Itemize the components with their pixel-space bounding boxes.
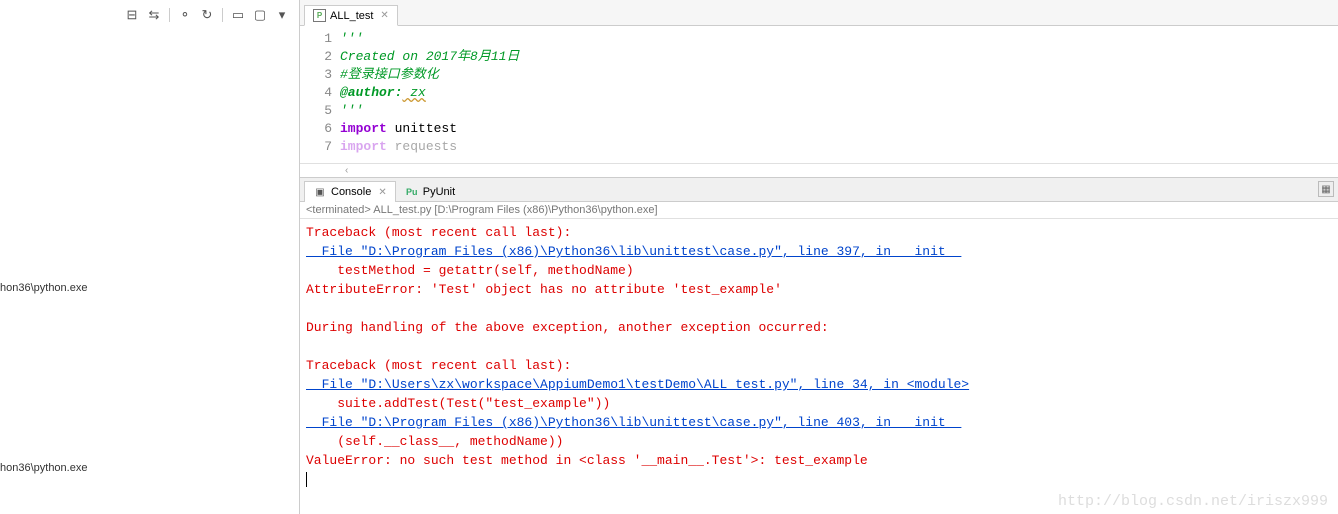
traceback-code: (self.__class__, methodName)) <box>306 434 563 449</box>
console-tab-bar: ▣ Console ✕ Pu PyUnit ▦ <box>300 178 1338 202</box>
view-menu-icon[interactable]: ▾ <box>273 6 291 24</box>
code-comment: #登录接口参数化 <box>340 67 439 82</box>
editor-tab-all-test[interactable]: P ALL_test ✕ <box>304 5 398 26</box>
cursor <box>306 472 307 487</box>
line-number: 5 <box>300 102 332 120</box>
link-editor-icon[interactable]: ⇆ <box>145 6 163 24</box>
editor-tab-bar: P ALL_test ✕ <box>300 0 1338 26</box>
tree-item[interactable]: hon36\python.exe <box>0 280 87 296</box>
traceback-error: AttributeError: 'Test' object has no att… <box>306 282 782 297</box>
line-number: 7 <box>300 138 332 156</box>
separator <box>222 8 223 22</box>
traceback-code: suite.addTest(Test("test_example")) <box>306 396 610 411</box>
traceback-line: During handling of the above exception, … <box>306 320 829 335</box>
pyunit-icon: Pu <box>405 185 419 199</box>
editor-area: P ALL_test ✕ 1 2 3 4 5 6 7 ''' Created o… <box>300 0 1338 178</box>
project-explorer-pane: ⊟ ⇆ ⚬ ↻ ▭ ▢ ▾ hon36\python.exe hon36\pyt… <box>0 0 300 514</box>
traceback-code: testMethod = getattr(self, methodName) <box>306 263 634 278</box>
code-string: ''' <box>340 31 363 46</box>
explorer-toolbar: ⊟ ⇆ ⚬ ↻ ▭ ▢ ▾ <box>123 6 291 24</box>
tab-console[interactable]: ▣ Console ✕ <box>304 181 396 202</box>
tab-pyunit[interactable]: Pu PyUnit <box>396 181 464 202</box>
tab-label: PyUnit <box>423 186 455 198</box>
close-icon[interactable]: ✕ <box>380 10 388 21</box>
code-author: zx <box>402 85 425 100</box>
console-output[interactable]: Traceback (most recent call last): File … <box>300 219 1338 514</box>
traceback-error: ValueError: no such test method in <clas… <box>306 453 868 468</box>
console-icon: ▣ <box>313 185 327 199</box>
traceback-file-link[interactable]: File "D:\Program Files (x86)\Python36\li… <box>306 244 961 259</box>
console-process-header: <terminated> ALL_test.py [D:\Program Fil… <box>300 202 1338 219</box>
sync-icon[interactable]: ↻ <box>198 6 216 24</box>
editor-scroll-bar[interactable]: ‹ <box>300 163 1338 177</box>
close-icon[interactable]: ✕ <box>378 187 386 198</box>
code-module: requests <box>387 139 457 154</box>
line-number: 3 <box>300 66 332 84</box>
tree-item[interactable]: hon36\python.exe <box>0 460 87 476</box>
code-doctag: @author: <box>340 85 402 100</box>
python-file-icon: P <box>313 9 326 22</box>
traceback-line: Traceback (most recent call last): <box>306 225 571 240</box>
right-pane: P ALL_test ✕ 1 2 3 4 5 6 7 ''' Created o… <box>300 0 1338 514</box>
console-toolbar-icon[interactable]: ▦ <box>1318 181 1334 197</box>
tree-item-python-exe[interactable]: hon36\python.exe <box>0 460 87 476</box>
traceback-line: Traceback (most recent call last): <box>306 358 571 373</box>
line-number: 1 <box>300 30 332 48</box>
console-area: ▣ Console ✕ Pu PyUnit ▦ <terminated> ALL… <box>300 178 1338 514</box>
code-module: unittest <box>387 121 457 136</box>
code-keyword: import <box>340 139 387 154</box>
tab-label: Console <box>331 186 371 198</box>
line-number: 4 <box>300 84 332 102</box>
code-string: ''' <box>340 103 363 118</box>
focus-task-icon[interactable]: ⚬ <box>176 6 194 24</box>
code-keyword: import <box>340 121 387 136</box>
tab-label: ALL_test <box>330 10 373 22</box>
code-editor[interactable]: 1 2 3 4 5 6 7 ''' Created on 2017年8月11日 … <box>300 26 1338 163</box>
traceback-file-link[interactable]: File "D:\Users\zx\workspace\AppiumDemo1\… <box>306 377 969 392</box>
collapse-all-icon[interactable]: ⊟ <box>123 6 141 24</box>
code-lines[interactable]: ''' Created on 2017年8月11日 #登录接口参数化 @auth… <box>340 30 1338 163</box>
code-string: Created on 2017年8月11日 <box>340 49 519 64</box>
maximize-icon[interactable]: ▢ <box>251 6 269 24</box>
minimize-icon[interactable]: ▭ <box>229 6 247 24</box>
traceback-file-link[interactable]: File "D:\Program Files (x86)\Python36\li… <box>306 415 961 430</box>
line-number: 6 <box>300 120 332 138</box>
scroll-left-icon[interactable]: ‹ <box>345 165 348 176</box>
line-number-gutter: 1 2 3 4 5 6 7 <box>300 30 340 163</box>
tree-item-python-exe[interactable]: hon36\python.exe <box>0 280 87 296</box>
separator <box>169 8 170 22</box>
line-number: 2 <box>300 48 332 66</box>
